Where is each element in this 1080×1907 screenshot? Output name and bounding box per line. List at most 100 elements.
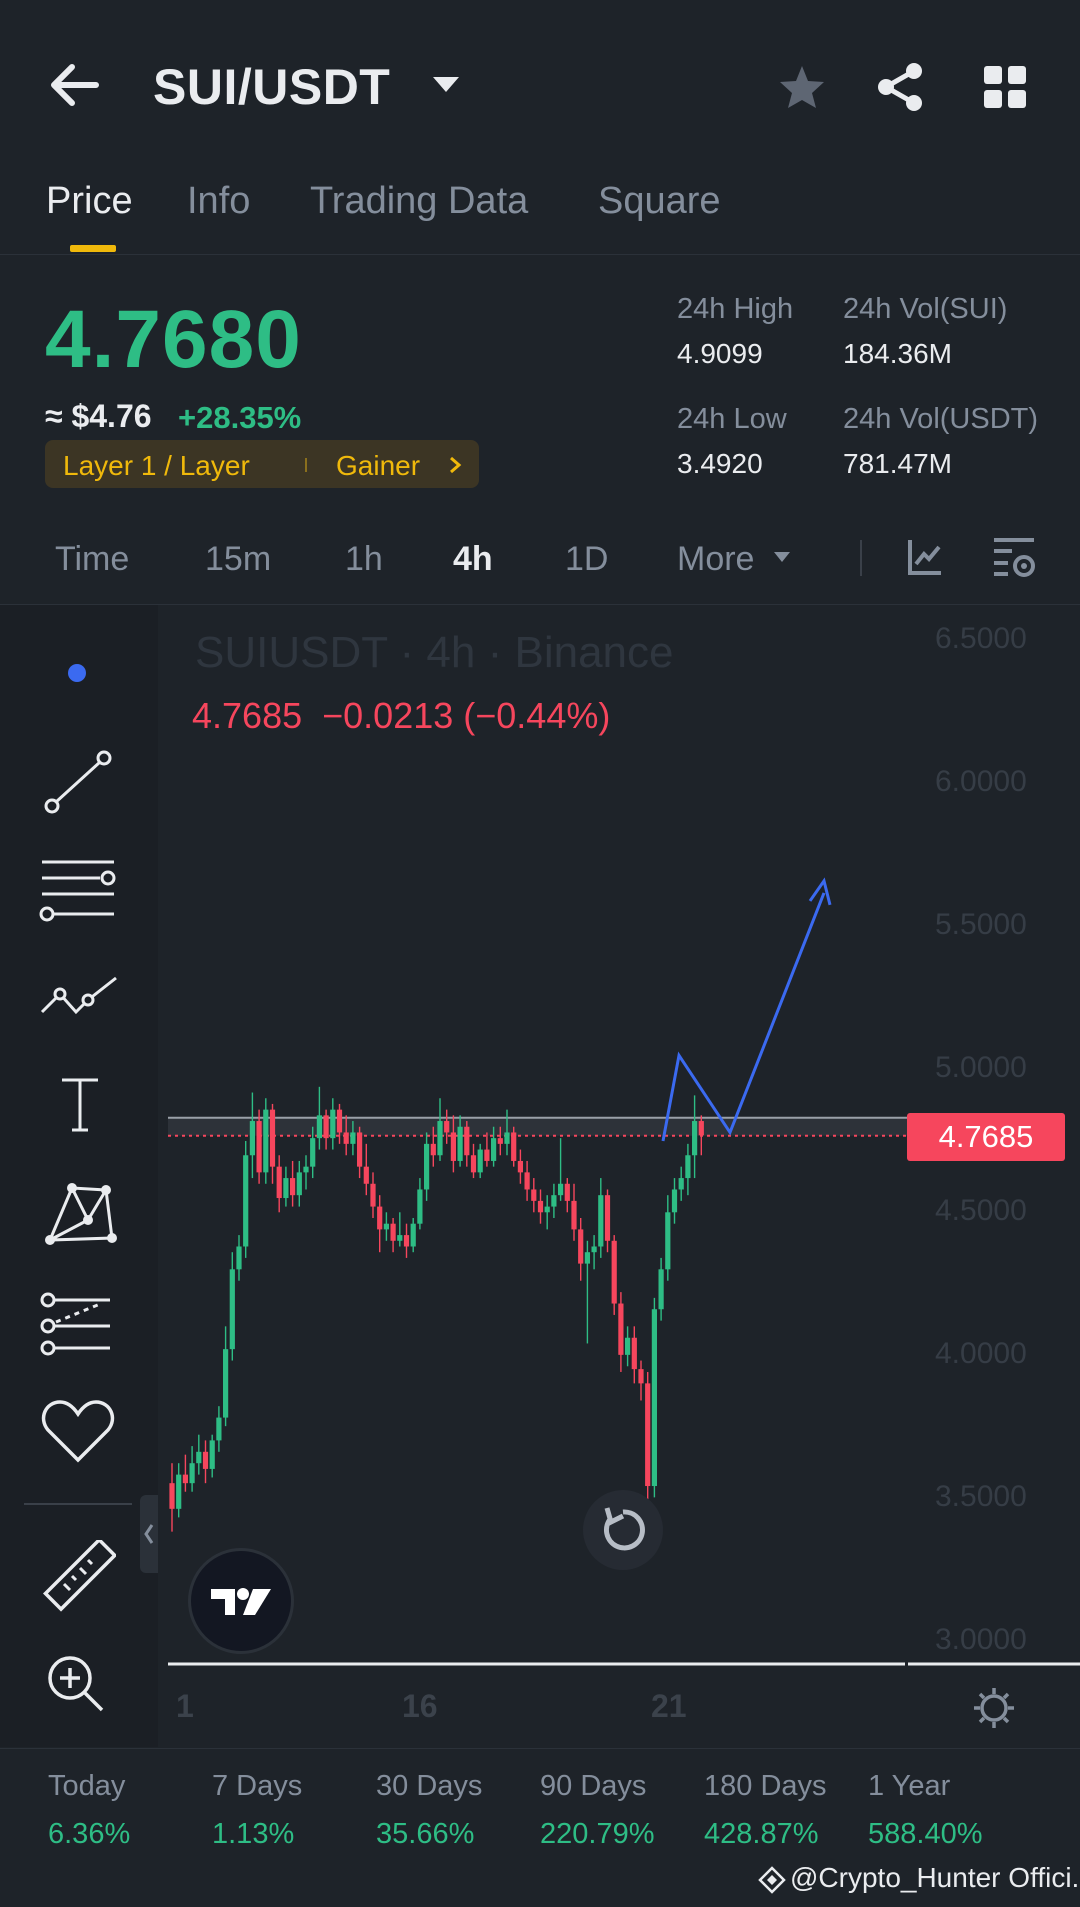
- candle-body: [457, 1126, 463, 1161]
- candle-body: [638, 1369, 644, 1384]
- candle-body: [651, 1309, 657, 1487]
- reset-chart-button[interactable]: [583, 1490, 663, 1570]
- vol-base-label: 24h Vol(SUI): [843, 293, 1008, 325]
- last-price: 4.7680: [45, 294, 302, 385]
- credit-watermark: @Crypto_Hunter Offici...: [790, 1862, 1080, 1893]
- candle-body: [350, 1132, 356, 1144]
- tab-trading-data[interactable]: Trading Data: [310, 180, 528, 223]
- price-axis-label: 4.5000: [935, 1194, 1027, 1227]
- pattern-icon[interactable]: [38, 972, 120, 1022]
- ruler-icon[interactable]: [40, 1540, 116, 1616]
- chart-settings-icon[interactable]: [992, 536, 1036, 580]
- candle-body: [450, 1132, 456, 1161]
- candle-body: [196, 1451, 202, 1464]
- xabcd-pattern-icon[interactable]: [42, 1180, 118, 1248]
- candle-body: [524, 1172, 530, 1190]
- candle-body: [182, 1474, 188, 1484]
- tag-separator: [305, 458, 307, 472]
- perf-label: 30 Days: [376, 1770, 483, 1802]
- interval-4h[interactable]: 4h: [453, 540, 493, 579]
- candle-body: [417, 1189, 423, 1224]
- interval-more[interactable]: More: [677, 540, 754, 579]
- candle-body: [283, 1178, 289, 1199]
- gear-icon[interactable]: [972, 1686, 1016, 1730]
- projection-icon[interactable]: [40, 1290, 116, 1356]
- candle-body: [665, 1212, 671, 1270]
- candle-body: [202, 1451, 209, 1469]
- low-value: 3.4920: [677, 448, 763, 479]
- perf-label: 180 Days: [704, 1770, 827, 1802]
- trend-line-icon[interactable]: [42, 748, 114, 816]
- candle-body: [310, 1138, 316, 1167]
- candle-body: [598, 1195, 604, 1247]
- favorites-heart-icon[interactable]: [40, 1398, 116, 1464]
- chart-area[interactable]: [0, 605, 1080, 1747]
- tab-square[interactable]: Square: [598, 180, 721, 223]
- candle-body: [296, 1172, 302, 1196]
- candle-body: [584, 1252, 590, 1264]
- interval-time[interactable]: Time: [55, 540, 129, 579]
- star-icon[interactable]: [778, 64, 826, 110]
- candle-group: [169, 1086, 704, 1532]
- binance-square-logo-icon: [758, 1866, 786, 1894]
- candle-body: [625, 1337, 631, 1355]
- collapse-toolbar-handle[interactable]: [140, 1495, 158, 1573]
- candle-body: [236, 1246, 242, 1270]
- back-arrow-icon[interactable]: [48, 62, 100, 108]
- perf-label: 90 Days: [540, 1770, 647, 1802]
- price-axis-label: 4.0000: [935, 1337, 1027, 1370]
- interval-1h[interactable]: 1h: [345, 540, 383, 579]
- usd-price: ≈ $4.76: [45, 398, 152, 434]
- chart-watermark: SUIUSDT · 4h · Binance: [195, 628, 674, 677]
- perf-value: 428.87%: [704, 1818, 819, 1850]
- candle-body: [504, 1132, 510, 1144]
- candle-body: [229, 1269, 235, 1350]
- candle-body: [692, 1121, 698, 1156]
- indicator-icon[interactable]: [907, 538, 943, 576]
- vol-quote-value: 781.47M: [843, 448, 952, 479]
- candlestick-chart[interactable]: [0, 605, 1080, 1747]
- perf-value: 588.40%: [868, 1818, 983, 1850]
- tabs-divider: [0, 254, 1080, 255]
- candle-body: [604, 1195, 611, 1241]
- candle-body: [678, 1178, 684, 1190]
- price-axis-label: 6.5000: [935, 622, 1027, 655]
- tradingview-logo[interactable]: [188, 1548, 294, 1654]
- candle-body: [377, 1206, 383, 1230]
- candle-body: [370, 1183, 376, 1207]
- candle-body: [189, 1463, 195, 1484]
- price-change-percent: +28.35%: [178, 400, 302, 435]
- candle-body: [631, 1337, 637, 1370]
- candle-body: [303, 1166, 309, 1173]
- zoom-in-icon[interactable]: [44, 1652, 106, 1714]
- share-icon[interactable]: [876, 62, 924, 112]
- current-price-tag: 4.7685: [907, 1113, 1065, 1161]
- grid-icon[interactable]: [983, 65, 1027, 109]
- chevron-down-icon[interactable]: [430, 74, 462, 96]
- category-tag-label: Layer 1 / Layer: [63, 450, 250, 481]
- text-tool-icon[interactable]: [60, 1076, 100, 1134]
- candle-body: [531, 1189, 537, 1201]
- candle-body: [470, 1155, 477, 1173]
- candle-body: [256, 1121, 262, 1173]
- tab-info[interactable]: Info: [187, 180, 250, 223]
- dot-cursor-icon[interactable]: [68, 664, 86, 682]
- tab-price[interactable]: Price: [46, 180, 133, 223]
- candle-body: [511, 1132, 517, 1161]
- pair-title[interactable]: SUI/USDT: [153, 58, 390, 116]
- fib-lines-icon[interactable]: [38, 858, 118, 922]
- candle-body: [357, 1132, 363, 1167]
- price-axis-label: 5.5000: [935, 908, 1027, 941]
- candle-body: [658, 1269, 664, 1310]
- candle-body: [363, 1166, 369, 1184]
- candle-body: [276, 1166, 282, 1199]
- candle-body: [578, 1229, 584, 1264]
- resistance-zone: [168, 1117, 908, 1136]
- interval-15m[interactable]: 15m: [205, 540, 271, 579]
- candle-body: [564, 1183, 570, 1201]
- active-tab-indicator: [70, 245, 116, 252]
- price-axis-label: 3.5000: [935, 1480, 1027, 1513]
- vol-quote-label: 24h Vol(USDT): [843, 403, 1039, 435]
- interval-1d[interactable]: 1D: [565, 540, 608, 579]
- perf-label: 1 Year: [868, 1770, 951, 1802]
